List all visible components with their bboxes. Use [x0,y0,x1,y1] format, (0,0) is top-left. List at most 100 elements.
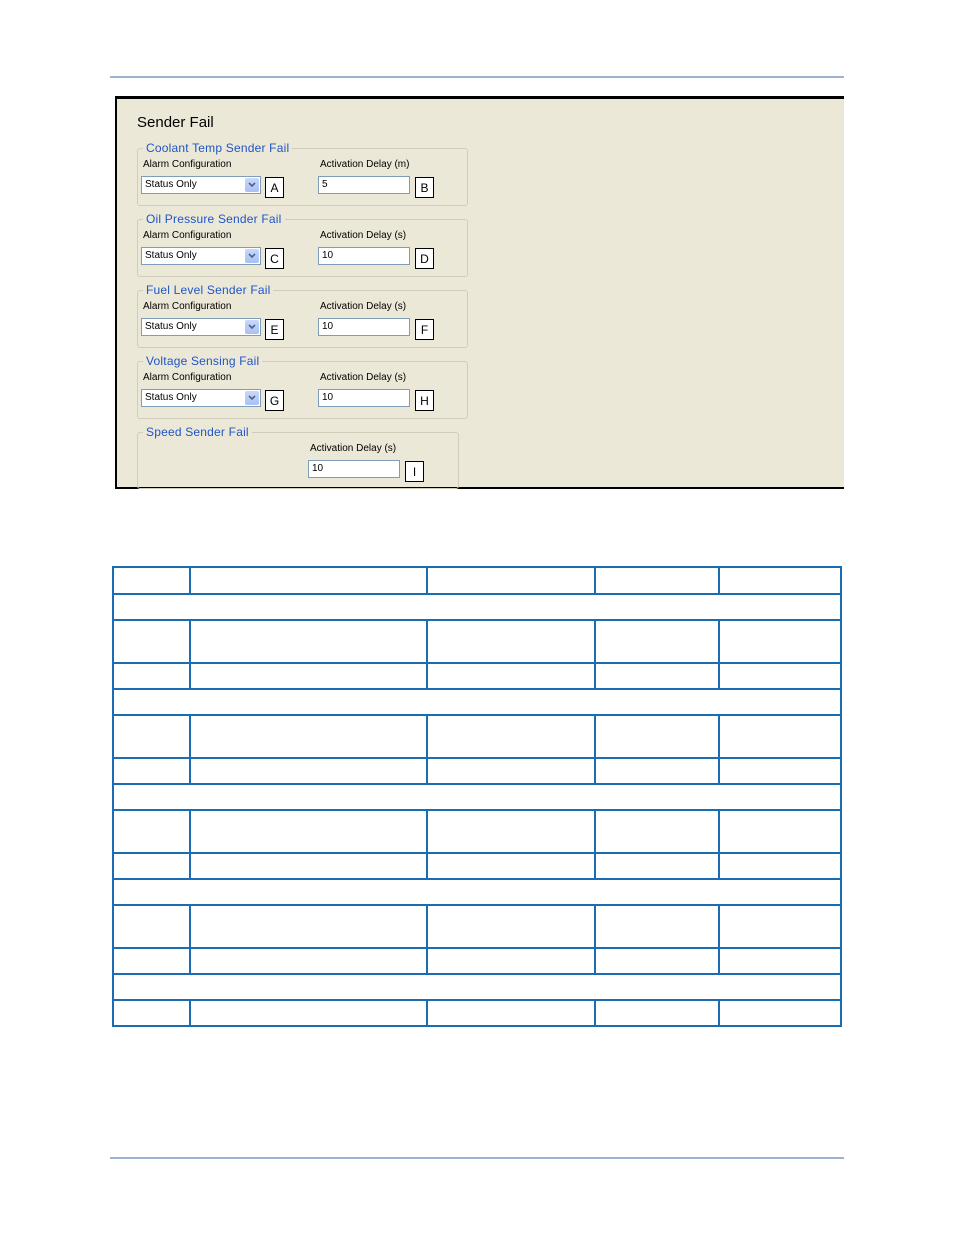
header-cell [426,566,596,595]
callout-label: D [415,248,434,269]
chevron-down-icon[interactable] [245,320,259,334]
table-cell [718,714,842,759]
table-section-row [112,783,842,811]
table-cell [718,947,842,975]
header-cell [718,566,842,595]
table-cell [189,809,428,854]
callout-label: G [265,390,284,411]
table-cell [426,947,596,975]
table-row [112,947,842,975]
table-cell [594,947,720,975]
table-row [112,852,842,880]
header-cell [189,566,428,595]
input-value: 5 [322,179,328,190]
table-cell [189,757,428,785]
oil-pressure-sender-fail-group: Oil Pressure Sender Fail Alarm Configura… [137,212,468,277]
callout-label: F [415,319,434,340]
chevron-down-icon[interactable] [245,178,259,192]
section-title-cell [112,878,842,906]
sender-fail-panel: Sender Fail Coolant Temp Sender Fail Ala… [115,96,844,489]
table-cell [718,999,842,1027]
group-title: Fuel Level Sender Fail [143,283,274,297]
alarm-config-label: Alarm Configuration [143,301,232,312]
callout-label: A [265,177,284,198]
voltage-sensing-alarm-config-select[interactable]: Status Only [141,389,261,407]
table-cell [112,852,191,880]
activation-delay-label: Activation Delay (m) [320,159,410,170]
table-cell [426,757,596,785]
table-cell [718,904,842,949]
group-title: Oil Pressure Sender Fail [143,212,285,226]
table-header-row [112,566,842,595]
table-cell [112,904,191,949]
table-cell [112,662,191,690]
coolant-alarm-config-select[interactable]: Status Only [141,176,261,194]
table-cell [426,619,596,664]
table-cell [189,619,428,664]
table-cell [718,619,842,664]
voltage-sensing-activation-delay-input[interactable]: 10 [318,389,410,407]
speed-sender-activation-delay-input[interactable]: 10 [308,460,400,478]
table-cell [594,809,720,854]
table-section-row [112,688,842,716]
table-cell [426,809,596,854]
panel-title: Sender Fail [137,114,214,131]
section-title-cell [112,973,842,1001]
input-value: 10 [322,392,334,403]
fuel-level-activation-delay-input[interactable]: 10 [318,318,410,336]
header-rule [110,76,844,78]
callout-label: B [415,177,434,198]
section-title-cell [112,593,842,621]
table-cell [112,809,191,854]
alarm-config-label: Alarm Configuration [143,372,232,383]
callout-label: I [405,461,424,482]
callout-label: E [265,319,284,340]
table-cell [718,662,842,690]
table-cell [594,999,720,1027]
table-section-row [112,593,842,621]
section-title-cell [112,783,842,811]
select-value: Status Only [145,179,197,190]
table-row [112,757,842,785]
chevron-down-icon[interactable] [245,249,259,263]
table-cell [112,619,191,664]
fuel-level-alarm-config-select[interactable]: Status Only [141,318,261,336]
chevron-down-icon[interactable] [245,391,259,405]
table-cell [426,714,596,759]
activation-delay-label: Activation Delay (s) [320,230,407,241]
table-cell [112,999,191,1027]
table-cell [189,852,428,880]
oil-pressure-alarm-config-select[interactable]: Status Only [141,247,261,265]
table-row [112,714,842,759]
oil-pressure-activation-delay-input[interactable]: 10 [318,247,410,265]
alarm-config-label: Alarm Configuration [143,230,232,241]
table-cell [594,714,720,759]
table-cell [426,999,596,1027]
group-title: Coolant Temp Sender Fail [143,141,293,155]
callout-label: H [415,390,434,411]
voltage-sensing-fail-group: Voltage Sensing Fail Alarm Configuration… [137,354,468,419]
table-cell [594,852,720,880]
table-cell [189,947,428,975]
input-value: 10 [322,250,334,261]
callout-label: C [265,248,284,269]
footer-rule [110,1157,844,1159]
section-title-cell [112,688,842,716]
table-cell [594,662,720,690]
table-section-row [112,973,842,1001]
table-cell [426,852,596,880]
table-row [112,999,842,1027]
table-cell [112,757,191,785]
table-body [112,566,842,1027]
table-cell [189,714,428,759]
input-value: 10 [312,463,324,474]
table-cell [718,809,842,854]
table-row [112,809,842,854]
coolant-activation-delay-input[interactable]: 5 [318,176,410,194]
table-cell [594,904,720,949]
table-cell [189,662,428,690]
select-value: Status Only [145,392,197,403]
select-value: Status Only [145,250,197,261]
settings-table [112,566,842,1027]
activation-delay-label: Activation Delay (s) [310,443,397,454]
